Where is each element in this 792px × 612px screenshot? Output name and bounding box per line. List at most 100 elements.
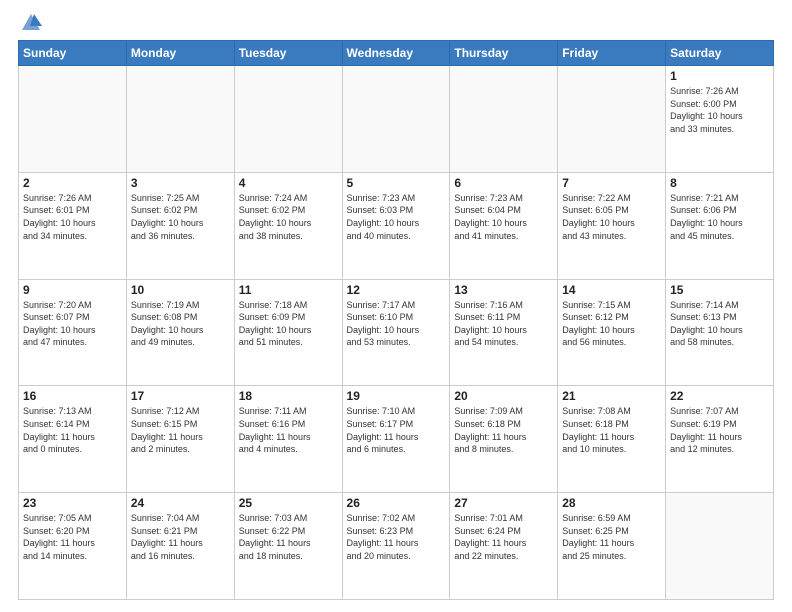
- calendar-body: 1Sunrise: 7:26 AM Sunset: 6:00 PM Daylig…: [19, 66, 774, 600]
- calendar-cell: 25 Sunrise: 7:03 AM Sunset: 6:22 PM Dayli…: [234, 493, 342, 600]
- weekday-header-row: SundayMondayTuesdayWednesdayThursdayFrid…: [19, 41, 774, 66]
- day-number: 1: [670, 69, 769, 83]
- day-number: 5: [347, 176, 446, 190]
- calendar-cell: 21 Sunrise: 7:08 AM Sunset: 6:18 PM Dayli…: [558, 386, 666, 493]
- calendar-week-1: 2Sunrise: 7:26 AM Sunset: 6:01 PM Daylig…: [19, 172, 774, 279]
- calendar-cell: [666, 493, 774, 600]
- day-number: 9: [23, 283, 122, 297]
- header: [18, 16, 774, 34]
- calendar-cell: 17 Sunrise: 7:12 AM Sunset: 6:15 PM Dayli…: [126, 386, 234, 493]
- calendar-cell: 9 Sunrise: 7:20 AM Sunset: 6:07 PM Daylig…: [19, 279, 127, 386]
- weekday-header-wednesday: Wednesday: [342, 41, 450, 66]
- day-info: Sunrise: 7:15 AM Sunset: 6:12 PM Dayligh…: [562, 299, 661, 349]
- calendar-cell: [126, 66, 234, 173]
- day-info: Sunrise: 7:22 AM Sunset: 6:05 PM Dayligh…: [562, 192, 661, 242]
- day-info: Sunrise: 7:20 AM Sunset: 6:07 PM Dayligh…: [23, 299, 122, 349]
- logo-area: [18, 16, 42, 34]
- day-number: 12: [347, 283, 446, 297]
- day-number: 27: [454, 496, 553, 510]
- calendar-cell: 26 Sunrise: 7:02 AM Sunset: 6:23 PM Dayli…: [342, 493, 450, 600]
- day-number: 4: [239, 176, 338, 190]
- calendar-cell: 23 Sunrise: 7:05 AM Sunset: 6:20 PM Dayli…: [19, 493, 127, 600]
- day-number: 17: [131, 389, 230, 403]
- page: SundayMondayTuesdayWednesdayThursdayFrid…: [0, 0, 792, 612]
- day-info: Sunrise: 7:13 AM Sunset: 6:14 PM Dayligh…: [23, 405, 122, 455]
- day-info: Sunrise: 7:23 AM Sunset: 6:03 PM Dayligh…: [347, 192, 446, 242]
- weekday-header-sunday: Sunday: [19, 41, 127, 66]
- calendar-cell: 15 Sunrise: 7:14 AM Sunset: 6:13 PM Dayli…: [666, 279, 774, 386]
- day-info: Sunrise: 7:25 AM Sunset: 6:02 PM Dayligh…: [131, 192, 230, 242]
- day-number: 7: [562, 176, 661, 190]
- day-number: 6: [454, 176, 553, 190]
- day-number: 19: [347, 389, 446, 403]
- day-info: Sunrise: 7:21 AM Sunset: 6:06 PM Dayligh…: [670, 192, 769, 242]
- weekday-header-monday: Monday: [126, 41, 234, 66]
- calendar-week-4: 23 Sunrise: 7:05 AM Sunset: 6:20 PM Dayli…: [19, 493, 774, 600]
- day-info: Sunrise: 7:02 AM Sunset: 6:23 PM Dayligh…: [347, 512, 446, 562]
- calendar-cell: 16Sunrise: 7:13 AM Sunset: 6:14 PM Dayli…: [19, 386, 127, 493]
- calendar-cell: [234, 66, 342, 173]
- calendar-cell: 27 Sunrise: 7:01 AM Sunset: 6:24 PM Dayli…: [450, 493, 558, 600]
- calendar-cell: 2Sunrise: 7:26 AM Sunset: 6:01 PM Daylig…: [19, 172, 127, 279]
- day-number: 15: [670, 283, 769, 297]
- calendar-cell: [558, 66, 666, 173]
- day-info: Sunrise: 7:03 AM Sunset: 6:22 PM Dayligh…: [239, 512, 338, 562]
- day-info: Sunrise: 7:07 AM Sunset: 6:19 PM Dayligh…: [670, 405, 769, 455]
- day-number: 8: [670, 176, 769, 190]
- day-info: Sunrise: 7:24 AM Sunset: 6:02 PM Dayligh…: [239, 192, 338, 242]
- calendar-header: SundayMondayTuesdayWednesdayThursdayFrid…: [19, 41, 774, 66]
- calendar-cell: 28 Sunrise: 6:59 AM Sunset: 6:25 PM Dayli…: [558, 493, 666, 600]
- day-info: Sunrise: 7:14 AM Sunset: 6:13 PM Dayligh…: [670, 299, 769, 349]
- calendar-cell: 13Sunrise: 7:16 AM Sunset: 6:11 PM Dayli…: [450, 279, 558, 386]
- day-info: Sunrise: 7:01 AM Sunset: 6:24 PM Dayligh…: [454, 512, 553, 562]
- calendar-cell: 8 Sunrise: 7:21 AM Sunset: 6:06 PM Daylig…: [666, 172, 774, 279]
- weekday-header-thursday: Thursday: [450, 41, 558, 66]
- calendar-table: SundayMondayTuesdayWednesdayThursdayFrid…: [18, 40, 774, 600]
- day-info: Sunrise: 7:19 AM Sunset: 6:08 PM Dayligh…: [131, 299, 230, 349]
- day-number: 24: [131, 496, 230, 510]
- calendar-cell: 11Sunrise: 7:18 AM Sunset: 6:09 PM Dayli…: [234, 279, 342, 386]
- calendar-cell: 22 Sunrise: 7:07 AM Sunset: 6:19 PM Dayli…: [666, 386, 774, 493]
- day-number: 2: [23, 176, 122, 190]
- day-info: Sunrise: 7:18 AM Sunset: 6:09 PM Dayligh…: [239, 299, 338, 349]
- calendar-cell: [19, 66, 127, 173]
- day-number: 21: [562, 389, 661, 403]
- day-number: 28: [562, 496, 661, 510]
- day-info: Sunrise: 7:23 AM Sunset: 6:04 PM Dayligh…: [454, 192, 553, 242]
- day-number: 23: [23, 496, 122, 510]
- calendar-week-2: 9 Sunrise: 7:20 AM Sunset: 6:07 PM Daylig…: [19, 279, 774, 386]
- weekday-header-saturday: Saturday: [666, 41, 774, 66]
- calendar-cell: [450, 66, 558, 173]
- day-number: 13: [454, 283, 553, 297]
- calendar-cell: 7 Sunrise: 7:22 AM Sunset: 6:05 PM Daylig…: [558, 172, 666, 279]
- weekday-header-tuesday: Tuesday: [234, 41, 342, 66]
- day-number: 26: [347, 496, 446, 510]
- calendar-cell: 20Sunrise: 7:09 AM Sunset: 6:18 PM Dayli…: [450, 386, 558, 493]
- day-info: Sunrise: 7:04 AM Sunset: 6:21 PM Dayligh…: [131, 512, 230, 562]
- calendar-cell: 24 Sunrise: 7:04 AM Sunset: 6:21 PM Dayli…: [126, 493, 234, 600]
- weekday-header-friday: Friday: [558, 41, 666, 66]
- calendar-cell: 3 Sunrise: 7:25 AM Sunset: 6:02 PM Daylig…: [126, 172, 234, 279]
- day-info: Sunrise: 7:12 AM Sunset: 6:15 PM Dayligh…: [131, 405, 230, 455]
- calendar-cell: 5 Sunrise: 7:23 AM Sunset: 6:03 PM Daylig…: [342, 172, 450, 279]
- day-info: Sunrise: 7:05 AM Sunset: 6:20 PM Dayligh…: [23, 512, 122, 562]
- calendar-cell: 14 Sunrise: 7:15 AM Sunset: 6:12 PM Dayli…: [558, 279, 666, 386]
- day-info: Sunrise: 7:10 AM Sunset: 6:17 PM Dayligh…: [347, 405, 446, 455]
- day-number: 20: [454, 389, 553, 403]
- calendar-cell: 12 Sunrise: 7:17 AM Sunset: 6:10 PM Dayli…: [342, 279, 450, 386]
- day-info: Sunrise: 6:59 AM Sunset: 6:25 PM Dayligh…: [562, 512, 661, 562]
- day-info: Sunrise: 7:17 AM Sunset: 6:10 PM Dayligh…: [347, 299, 446, 349]
- day-number: 22: [670, 389, 769, 403]
- calendar-cell: 1Sunrise: 7:26 AM Sunset: 6:00 PM Daylig…: [666, 66, 774, 173]
- day-number: 25: [239, 496, 338, 510]
- day-info: Sunrise: 7:08 AM Sunset: 6:18 PM Dayligh…: [562, 405, 661, 455]
- calendar-cell: 18 Sunrise: 7:11 AM Sunset: 6:16 PM Dayli…: [234, 386, 342, 493]
- day-number: 10: [131, 283, 230, 297]
- day-number: 3: [131, 176, 230, 190]
- day-number: 18: [239, 389, 338, 403]
- day-info: Sunrise: 7:11 AM Sunset: 6:16 PM Dayligh…: [239, 405, 338, 455]
- day-number: 14: [562, 283, 661, 297]
- calendar-cell: 6 Sunrise: 7:23 AM Sunset: 6:04 PM Daylig…: [450, 172, 558, 279]
- calendar-cell: 4 Sunrise: 7:24 AM Sunset: 6:02 PM Daylig…: [234, 172, 342, 279]
- logo-text: [18, 16, 42, 34]
